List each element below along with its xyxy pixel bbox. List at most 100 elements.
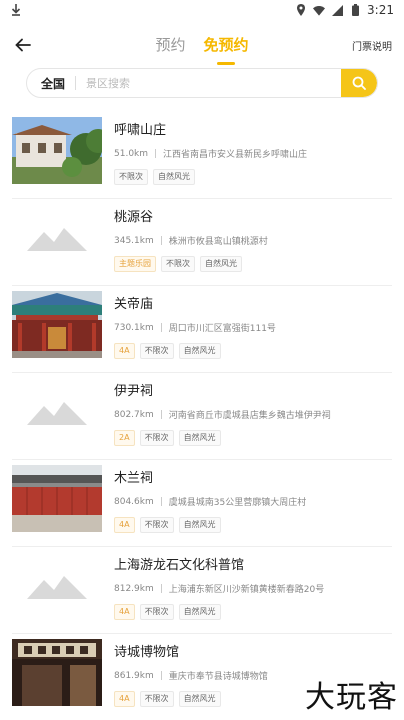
feature-tag: 自然风光 bbox=[178, 604, 221, 620]
scenic-list-item[interactable]: 伊尹祠 802.7km 河南省商丘市虞城县店集乡魏古堆伊尹祠 2A 不限次 自然风光 bbox=[12, 373, 392, 460]
address: 河南省商丘市虞城县店集乡魏古堆伊尹祠 bbox=[168, 411, 331, 421]
search-icon bbox=[352, 76, 366, 90]
item-meta: 804.6km 虞城县城南35公里营廓镇大周庄村 bbox=[114, 495, 392, 509]
item-info: 呼啸山庄 51.0km 江西省南昌市安义县新民乡呼啸山庄 不限次 自然风光 bbox=[102, 117, 392, 198]
tag-list: 4A 不限次 自然风光 bbox=[114, 343, 392, 359]
item-meta: 802.7km 河南省商丘市虞城县店集乡魏古堆伊尹祠 bbox=[114, 408, 392, 422]
item-info: 关帝庙 730.1km 周口市川汇区富强街111号 4A 不限次 自然风光 bbox=[102, 291, 392, 372]
tab-bar: 预约 免预约 bbox=[0, 34, 404, 63]
scenic-name: 桃源谷 bbox=[114, 210, 154, 225]
battery-icon bbox=[349, 4, 361, 16]
address: 虞城县城南35公里营廓镇大周庄村 bbox=[168, 498, 307, 508]
level-badge: 4A bbox=[114, 343, 135, 359]
distance: 861.9km bbox=[114, 670, 154, 681]
distance: 802.7km bbox=[114, 409, 154, 420]
scenic-name: 伊尹祠 bbox=[114, 384, 154, 399]
feature-tag: 自然风光 bbox=[178, 691, 221, 707]
scenic-list-item[interactable]: 桃源谷 345.1km 株洲市攸县鸾山镇桃源村 主题乐园 不限次 自然风光 bbox=[12, 199, 392, 286]
scenic-name: 诗城博物馆 bbox=[114, 645, 180, 660]
scenic-list-item[interactable]: 木兰祠 804.6km 虞城县城南35公里营廓镇大周庄村 4A 不限次 自然风光 bbox=[12, 460, 392, 547]
tag-list: 不限次 自然风光 bbox=[114, 169, 392, 185]
tab-reservation[interactable]: 预约 bbox=[155, 34, 185, 63]
feature-tag: 自然风光 bbox=[153, 169, 195, 185]
tag-list: 4A 不限次 自然风光 bbox=[114, 604, 392, 620]
placeholder-image bbox=[12, 552, 102, 619]
scenic-list-item[interactable]: 呼啸山庄 51.0km 江西省南昌市安义县新民乡呼啸山庄 不限次 自然风光 bbox=[12, 112, 392, 199]
feature-tag: 自然风光 bbox=[178, 517, 221, 533]
region-selector[interactable]: 全国 bbox=[27, 75, 75, 92]
distance: 51.0km bbox=[114, 148, 149, 159]
distance: 804.6km bbox=[114, 496, 154, 507]
item-meta: 51.0km 江西省南昌市安义县新民乡呼啸山庄 bbox=[114, 147, 392, 161]
tab-no-reservation[interactable]: 免预约 bbox=[204, 34, 249, 63]
meta-divider bbox=[160, 584, 162, 593]
feature-tag: 不限次 bbox=[139, 343, 174, 359]
feature-tag: 不限次 bbox=[161, 256, 195, 272]
ticket-info-link[interactable]: 门票说明 bbox=[352, 38, 392, 53]
meta-divider bbox=[160, 497, 162, 506]
feature-tag: 不限次 bbox=[139, 430, 174, 446]
scenic-thumbnail bbox=[12, 291, 102, 358]
feature-tag: 自然风光 bbox=[178, 430, 221, 446]
distance: 730.1km bbox=[114, 322, 154, 333]
meta-divider bbox=[160, 671, 162, 680]
scenic-thumbnail bbox=[12, 117, 102, 184]
placeholder-image bbox=[12, 204, 102, 271]
address: 周口市川汇区富强街111号 bbox=[168, 324, 276, 334]
signal-icon bbox=[331, 4, 343, 16]
scenic-list: 呼啸山庄 51.0km 江西省南昌市安义县新民乡呼啸山庄 不限次 自然风光 桃源谷… bbox=[0, 112, 404, 720]
download-icon bbox=[10, 4, 22, 16]
level-badge: 2A bbox=[114, 430, 135, 446]
item-meta: 345.1km 株洲市攸县鸾山镇桃源村 bbox=[114, 234, 392, 248]
level-badge: 4A bbox=[114, 604, 135, 620]
feature-tag: 自然风光 bbox=[200, 256, 242, 272]
tag-list: 主题乐园 不限次 自然风光 bbox=[114, 256, 392, 272]
address: 重庆市奉节县诗城博物馆 bbox=[168, 672, 268, 682]
level-badge: 4A bbox=[114, 691, 135, 707]
theme-tag: 主题乐园 bbox=[114, 256, 156, 272]
distance: 345.1km bbox=[114, 235, 154, 246]
placeholder-image bbox=[12, 378, 102, 445]
search-bar: 全国 bbox=[26, 68, 378, 98]
feature-tag: 不限次 bbox=[139, 691, 174, 707]
meta-divider bbox=[160, 323, 162, 332]
location-icon bbox=[295, 4, 307, 16]
scenic-list-item[interactable]: 关帝庙 730.1km 周口市川汇区富强街111号 4A 不限次 自然风光 bbox=[12, 286, 392, 373]
feature-tag: 不限次 bbox=[139, 517, 174, 533]
search-input[interactable] bbox=[76, 76, 341, 90]
search-section: 全国 bbox=[0, 68, 404, 98]
tag-list: 4A 不限次 自然风光 bbox=[114, 517, 392, 533]
wifi-icon bbox=[313, 4, 326, 16]
item-info: 桃源谷 345.1km 株洲市攸县鸾山镇桃源村 主题乐园 不限次 自然风光 bbox=[102, 204, 392, 285]
watermark-logo: 大玩客 bbox=[305, 680, 398, 715]
scenic-thumbnail bbox=[12, 639, 102, 706]
status-bar: 3:21 bbox=[0, 0, 404, 20]
meta-divider bbox=[160, 410, 162, 419]
item-meta: 812.9km 上海浦东新区川沙新镇黄楼新春路20号 bbox=[114, 582, 392, 596]
scenic-name: 木兰祠 bbox=[114, 471, 154, 486]
scenic-name: 上海游龙石文化科普馆 bbox=[114, 558, 245, 573]
item-info: 木兰祠 804.6km 虞城县城南35公里营廓镇大周庄村 4A 不限次 自然风光 bbox=[102, 465, 392, 546]
tag-list: 2A 不限次 自然风光 bbox=[114, 430, 392, 446]
address: 上海浦东新区川沙新镇黄楼新春路20号 bbox=[168, 585, 325, 595]
level-badge: 4A bbox=[114, 517, 135, 533]
item-info: 上海游龙石文化科普馆 812.9km 上海浦东新区川沙新镇黄楼新春路20号 4A… bbox=[102, 552, 392, 633]
arrow-left-icon bbox=[15, 38, 31, 52]
address: 株洲市攸县鸾山镇桃源村 bbox=[168, 237, 268, 247]
meta-divider bbox=[155, 149, 157, 158]
feature-tag: 不限次 bbox=[114, 169, 148, 185]
header: 预约 免预约 门票说明 bbox=[0, 20, 404, 72]
address: 江西省南昌市安义县新民乡呼啸山庄 bbox=[163, 150, 308, 160]
feature-tag: 不限次 bbox=[139, 604, 174, 620]
status-time: 3:21 bbox=[367, 3, 394, 17]
distance: 812.9km bbox=[114, 583, 154, 594]
feature-tag: 自然风光 bbox=[178, 343, 221, 359]
back-button[interactable] bbox=[12, 34, 34, 56]
search-button[interactable] bbox=[341, 69, 377, 97]
item-info: 伊尹祠 802.7km 河南省商丘市虞城县店集乡魏古堆伊尹祠 2A 不限次 自然风光 bbox=[102, 378, 392, 459]
meta-divider bbox=[160, 236, 162, 245]
scenic-thumbnail bbox=[12, 465, 102, 532]
scenic-list-item[interactable]: 上海游龙石文化科普馆 812.9km 上海浦东新区川沙新镇黄楼新春路20号 4A… bbox=[12, 547, 392, 634]
item-meta: 730.1km 周口市川汇区富强街111号 bbox=[114, 321, 392, 335]
scenic-name: 呼啸山庄 bbox=[114, 123, 167, 138]
